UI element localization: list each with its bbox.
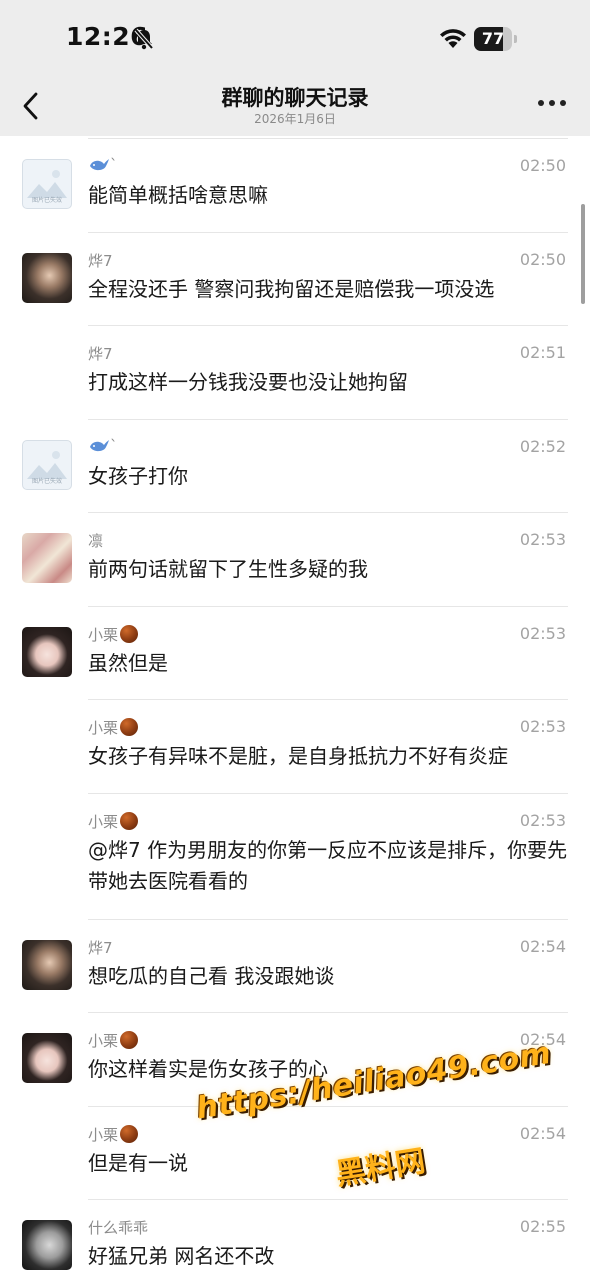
battery-indicator: 77 — [474, 27, 518, 51]
status-bar: 12:26 77 — [0, 0, 590, 80]
chat-message-row[interactable]: 什么乖乖 02:55 好猛兄弟 网名还不改 — [0, 1200, 590, 1280]
sender-name-text: 烨7 — [88, 345, 113, 363]
avatar[interactable] — [22, 939, 72, 990]
chestnut-icon — [120, 811, 139, 830]
message-text: 女孩子打你 — [88, 463, 188, 488]
sender-name-text: 什么乖乖 — [88, 1219, 149, 1237]
message-time: 02:54 — [519, 1123, 566, 1143]
message-text: 能简单概括啥意思嘛 — [88, 183, 268, 207]
message-text: 想吃瓜的自己看 我没跟她谈 — [88, 963, 335, 988]
bell-muted-icon — [134, 28, 154, 54]
chestnut-icon — [120, 718, 139, 736]
chat-message-row[interactable]: 图片已失效 ` 02:52 女孩子打你 — [0, 420, 590, 513]
chestnut-icon — [120, 1031, 139, 1049]
sender-name-text: 凛 — [88, 532, 104, 550]
sender-name-text: 小栗 — [88, 1125, 119, 1144]
sender-name-text: 小栗 — [88, 1032, 119, 1050]
whale-icon — [88, 437, 110, 459]
sender-name: ` — [88, 437, 118, 459]
sender-name: 烨7 — [88, 250, 113, 271]
sender-name-text: 烨7 — [88, 938, 113, 957]
sender-name: 什么乖乖 — [88, 1217, 148, 1238]
message-text: 虽然但是 — [88, 650, 168, 675]
avatar[interactable] — [22, 252, 72, 303]
message-text: 但是有一说 — [88, 1150, 188, 1175]
message-text: 好猛兄弟 网名还不改 — [88, 1244, 275, 1268]
sender-name: 小栗 — [88, 624, 139, 645]
avatar[interactable]: 图片已失效 — [22, 439, 72, 490]
message-time: 02:53 — [519, 810, 566, 830]
sender-name: 凛 — [88, 530, 103, 551]
chat-message-row[interactable]: 小栗 02:54 但是有一说 — [0, 1107, 590, 1200]
sender-name-suffix: ` — [110, 156, 118, 174]
page-subtitle-date: 2026年1月6日 — [254, 112, 336, 126]
message-time: 02:54 — [519, 936, 566, 956]
sender-name-suffix: ` — [110, 436, 118, 455]
chat-message-row[interactable]: 小栗 02:53 @烨7 作为男朋友的你第一反应不应该是排斥，你要先带她去医院看看的 — [0, 794, 590, 920]
message-text: 女孩子有异味不是脏，是自身抵抗力不好有炎症 — [88, 744, 508, 768]
chat-message-row[interactable]: 小栗 02:53 女孩子有异味不是脏，是自身抵抗力不好有炎症 — [0, 700, 590, 794]
chestnut-icon — [120, 1124, 139, 1143]
chat-message-row[interactable]: 凛 02:53 前两句话就留下了生性多疑的我 — [0, 513, 590, 607]
message-time: 02:53 — [519, 530, 566, 549]
message-text: @烨7 作为男朋友的你第一反应不应该是排斥，你要先带她去医院看看的 — [88, 837, 568, 893]
chat-message-row[interactable]: 烨7 02:50 全程没还手 警察问我拘留还是赔偿我一项没选 — [0, 233, 590, 326]
sender-name: 烨7 — [88, 937, 113, 958]
avatar[interactable]: 图片已失效 — [22, 159, 72, 209]
more-button[interactable] — [538, 100, 566, 108]
message-time: 02:52 — [519, 436, 566, 456]
sender-name: 小栗 — [88, 717, 139, 738]
expired-image-caption: 图片已失效 — [31, 197, 62, 204]
chestnut-icon — [120, 624, 139, 643]
sender-name: 烨7 — [88, 343, 113, 364]
wifi-icon — [438, 27, 468, 53]
sender-name-text: 烨7 — [88, 251, 113, 270]
sender-name-text: 小栗 — [88, 625, 119, 644]
chat-message-row[interactable]: 烨7 02:54 想吃瓜的自己看 我没跟她谈 — [0, 920, 590, 1013]
message-time: 02:51 — [519, 343, 566, 362]
message-text: 前两句话就留下了生性多疑的我 — [88, 557, 368, 581]
scrollbar[interactable] — [581, 204, 585, 304]
message-text: 全程没还手 警察问我拘留还是赔偿我一项没选 — [88, 276, 495, 301]
sender-name: 小栗 — [88, 1030, 139, 1051]
battery-percent: 77 — [481, 29, 505, 48]
sender-name-text: 小栗 — [88, 719, 119, 737]
message-time: 02:53 — [519, 717, 566, 736]
message-time: 02:53 — [519, 623, 566, 643]
avatar[interactable] — [22, 626, 72, 677]
expired-image-caption: 图片已失效 — [31, 477, 62, 485]
message-time: 02:50 — [519, 156, 566, 175]
chat-message-row[interactable]: 烨7 02:51 打成这样一分钱我没要也没让她拘留 — [0, 326, 590, 420]
avatar[interactable] — [22, 533, 72, 583]
sender-name: 小栗 — [88, 811, 139, 832]
avatar[interactable] — [22, 1220, 72, 1270]
chat-message-row[interactable]: 图片已失效 ` 02:50 能简单概括啥意思嘛 — [0, 139, 590, 233]
sender-name: 小栗 — [88, 1124, 139, 1145]
message-time: 02:55 — [519, 1217, 566, 1236]
message-text: 打成这样一分钱我没要也没让她拘留 — [88, 370, 408, 394]
message-time: 02:50 — [519, 249, 566, 269]
page-title: 群聊的聊天记录 — [221, 86, 369, 110]
avatar[interactable] — [22, 1033, 72, 1083]
chat-message-row[interactable]: 小栗 02:53 虽然但是 — [0, 607, 590, 700]
nav-bar: 群聊的聊天记录 2026年1月6日 — [0, 80, 590, 136]
sender-name: ` — [88, 156, 118, 178]
sender-name-text: 小栗 — [88, 812, 119, 831]
whale-icon — [88, 156, 110, 178]
